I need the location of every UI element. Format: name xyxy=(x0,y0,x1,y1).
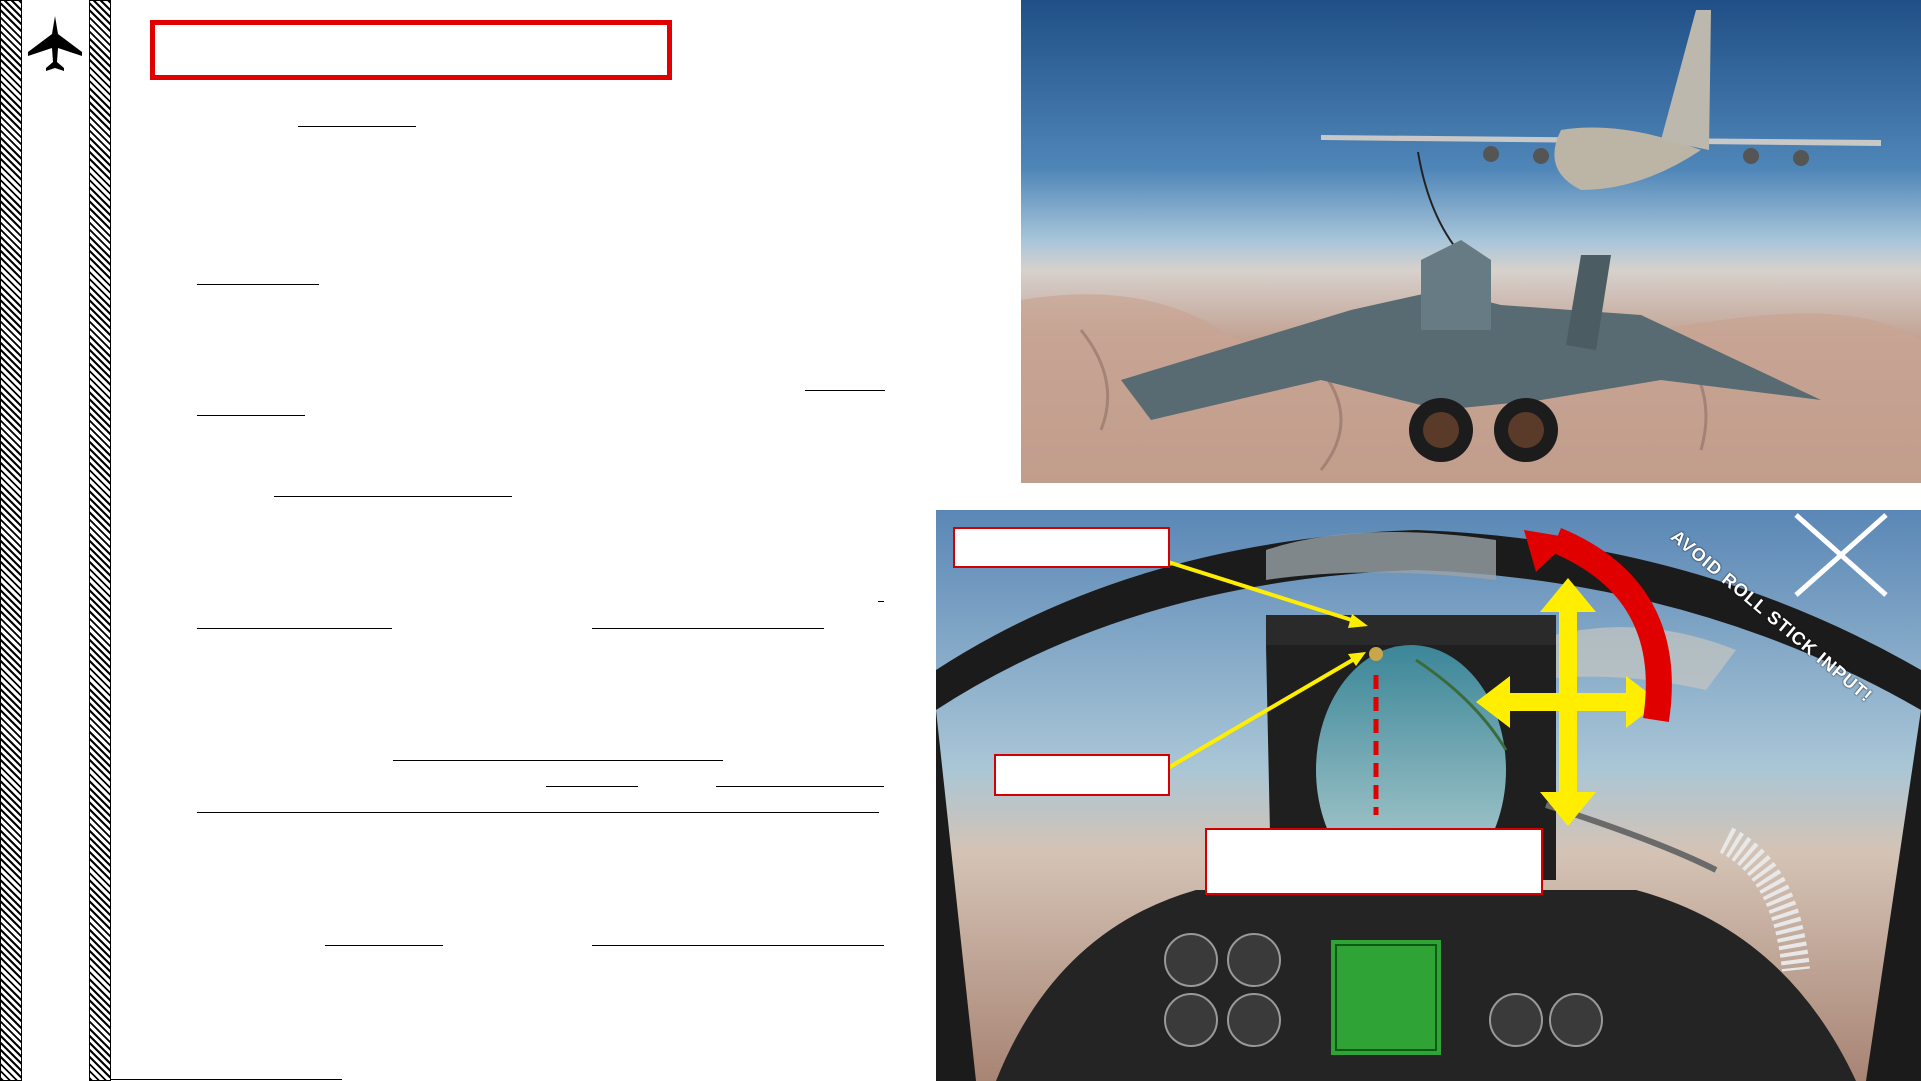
underline-12 xyxy=(197,812,879,813)
underline-5 xyxy=(274,496,512,497)
underline-4 xyxy=(197,415,305,416)
underline-11 xyxy=(716,786,884,787)
jet-logo-icon xyxy=(26,14,84,74)
underline-15 xyxy=(110,1079,342,1080)
underline-2 xyxy=(197,284,319,285)
sidebar-hatch-right xyxy=(89,0,111,1081)
underline-10 xyxy=(546,786,638,787)
title-box xyxy=(150,20,672,80)
callout-box-left xyxy=(994,754,1170,796)
callout-box-top-left xyxy=(953,527,1170,568)
underline-6 xyxy=(197,628,392,629)
sidebar-hatch-left xyxy=(0,0,22,1081)
underline-13 xyxy=(325,945,443,946)
underline-8 xyxy=(878,601,884,602)
underline-14 xyxy=(592,945,884,946)
underline-9 xyxy=(393,760,723,761)
underline-3 xyxy=(805,390,885,391)
underline-1 xyxy=(298,126,416,127)
underline-7 xyxy=(592,628,824,629)
callout-box-bottom xyxy=(1205,828,1543,895)
refueling-photo xyxy=(1021,0,1921,483)
cockpit-photo: AVOID ROLL STICK INPUT! xyxy=(936,510,1921,1081)
